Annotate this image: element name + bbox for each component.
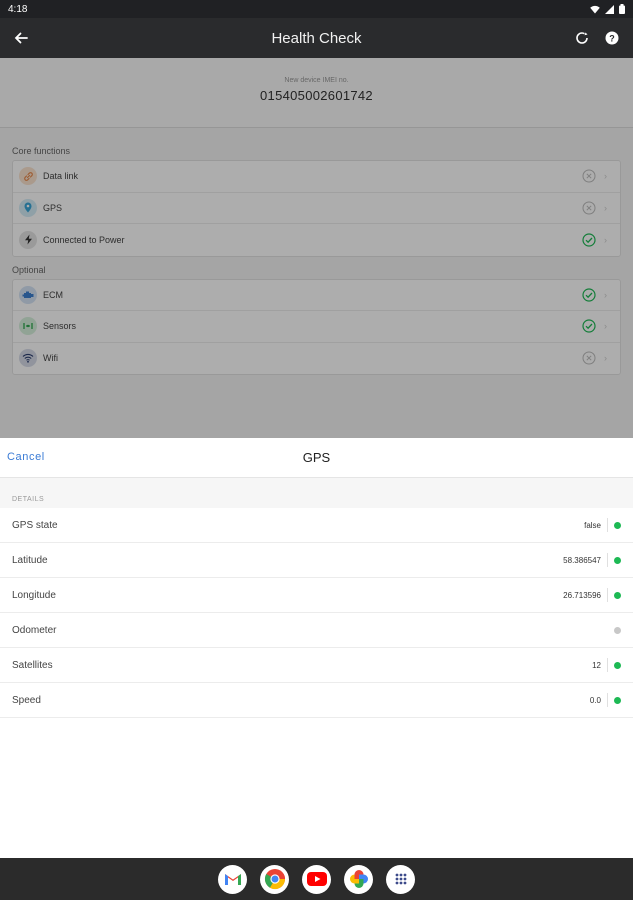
gmail-icon[interactable] bbox=[218, 864, 247, 894]
cell-signal-icon bbox=[605, 4, 614, 14]
detail-row-satellites: Satellites 12 bbox=[0, 648, 633, 683]
status-dot-green bbox=[614, 521, 621, 529]
status-icons bbox=[590, 4, 625, 14]
details-section-header: DETAILS bbox=[0, 478, 633, 508]
sheet-header: Cancel GPS bbox=[0, 438, 633, 478]
divider bbox=[607, 658, 608, 672]
detail-value: 58.386547 bbox=[563, 555, 601, 565]
detail-value: false bbox=[584, 520, 601, 530]
back-arrow-icon[interactable] bbox=[10, 27, 32, 49]
detail-value: 26.713596 bbox=[563, 590, 601, 600]
detail-row-latitude: Latitude 58.386547 bbox=[0, 543, 633, 578]
divider bbox=[607, 588, 608, 602]
detail-key: Longitude bbox=[12, 589, 56, 601]
detail-key: Latitude bbox=[12, 554, 48, 566]
detail-value: 12 bbox=[592, 660, 601, 670]
divider bbox=[607, 518, 608, 532]
detail-key: GPS state bbox=[12, 519, 58, 531]
detail-key: Speed bbox=[12, 694, 41, 706]
detail-key: Odometer bbox=[12, 624, 57, 636]
svg-text:?: ? bbox=[609, 33, 615, 43]
wifi-signal-icon bbox=[590, 5, 600, 13]
app-bar: Health Check ? bbox=[0, 18, 633, 58]
taskbar-dock bbox=[0, 858, 633, 900]
page-title: Health Check bbox=[271, 29, 362, 47]
details-label: DETAILS bbox=[12, 496, 45, 503]
help-icon[interactable]: ? bbox=[603, 29, 621, 47]
detail-row-longitude: Longitude 26.713596 bbox=[0, 578, 633, 613]
status-dot-green bbox=[614, 696, 621, 704]
chrome-icon[interactable] bbox=[260, 864, 289, 894]
battery-icon bbox=[619, 4, 625, 14]
app-drawer-icon[interactable] bbox=[386, 864, 415, 894]
status-dot-green bbox=[614, 661, 621, 669]
photos-icon[interactable] bbox=[344, 864, 373, 894]
status-dot-green bbox=[614, 591, 621, 599]
detail-row-speed: Speed 0.0 bbox=[0, 683, 633, 718]
status-dot-green bbox=[614, 556, 621, 564]
refresh-icon[interactable] bbox=[573, 29, 591, 47]
detail-value: 0.0 bbox=[589, 695, 601, 705]
detail-row-gps-state: GPS state false bbox=[0, 508, 633, 543]
divider bbox=[607, 693, 608, 707]
cancel-button[interactable]: Cancel bbox=[7, 451, 45, 463]
modal-scrim[interactable] bbox=[0, 58, 633, 438]
gps-details-sheet: Cancel GPS DETAILS GPS state false Latit… bbox=[0, 438, 633, 858]
status-time: 4:18 bbox=[8, 3, 28, 15]
detail-row-odometer: Odometer bbox=[0, 613, 633, 648]
youtube-icon[interactable] bbox=[302, 864, 331, 894]
status-dot-gray bbox=[614, 626, 621, 634]
status-bar: 4:18 bbox=[0, 0, 633, 18]
divider bbox=[607, 553, 608, 567]
sheet-title: GPS bbox=[302, 450, 331, 465]
detail-key: Satellites bbox=[12, 659, 53, 671]
